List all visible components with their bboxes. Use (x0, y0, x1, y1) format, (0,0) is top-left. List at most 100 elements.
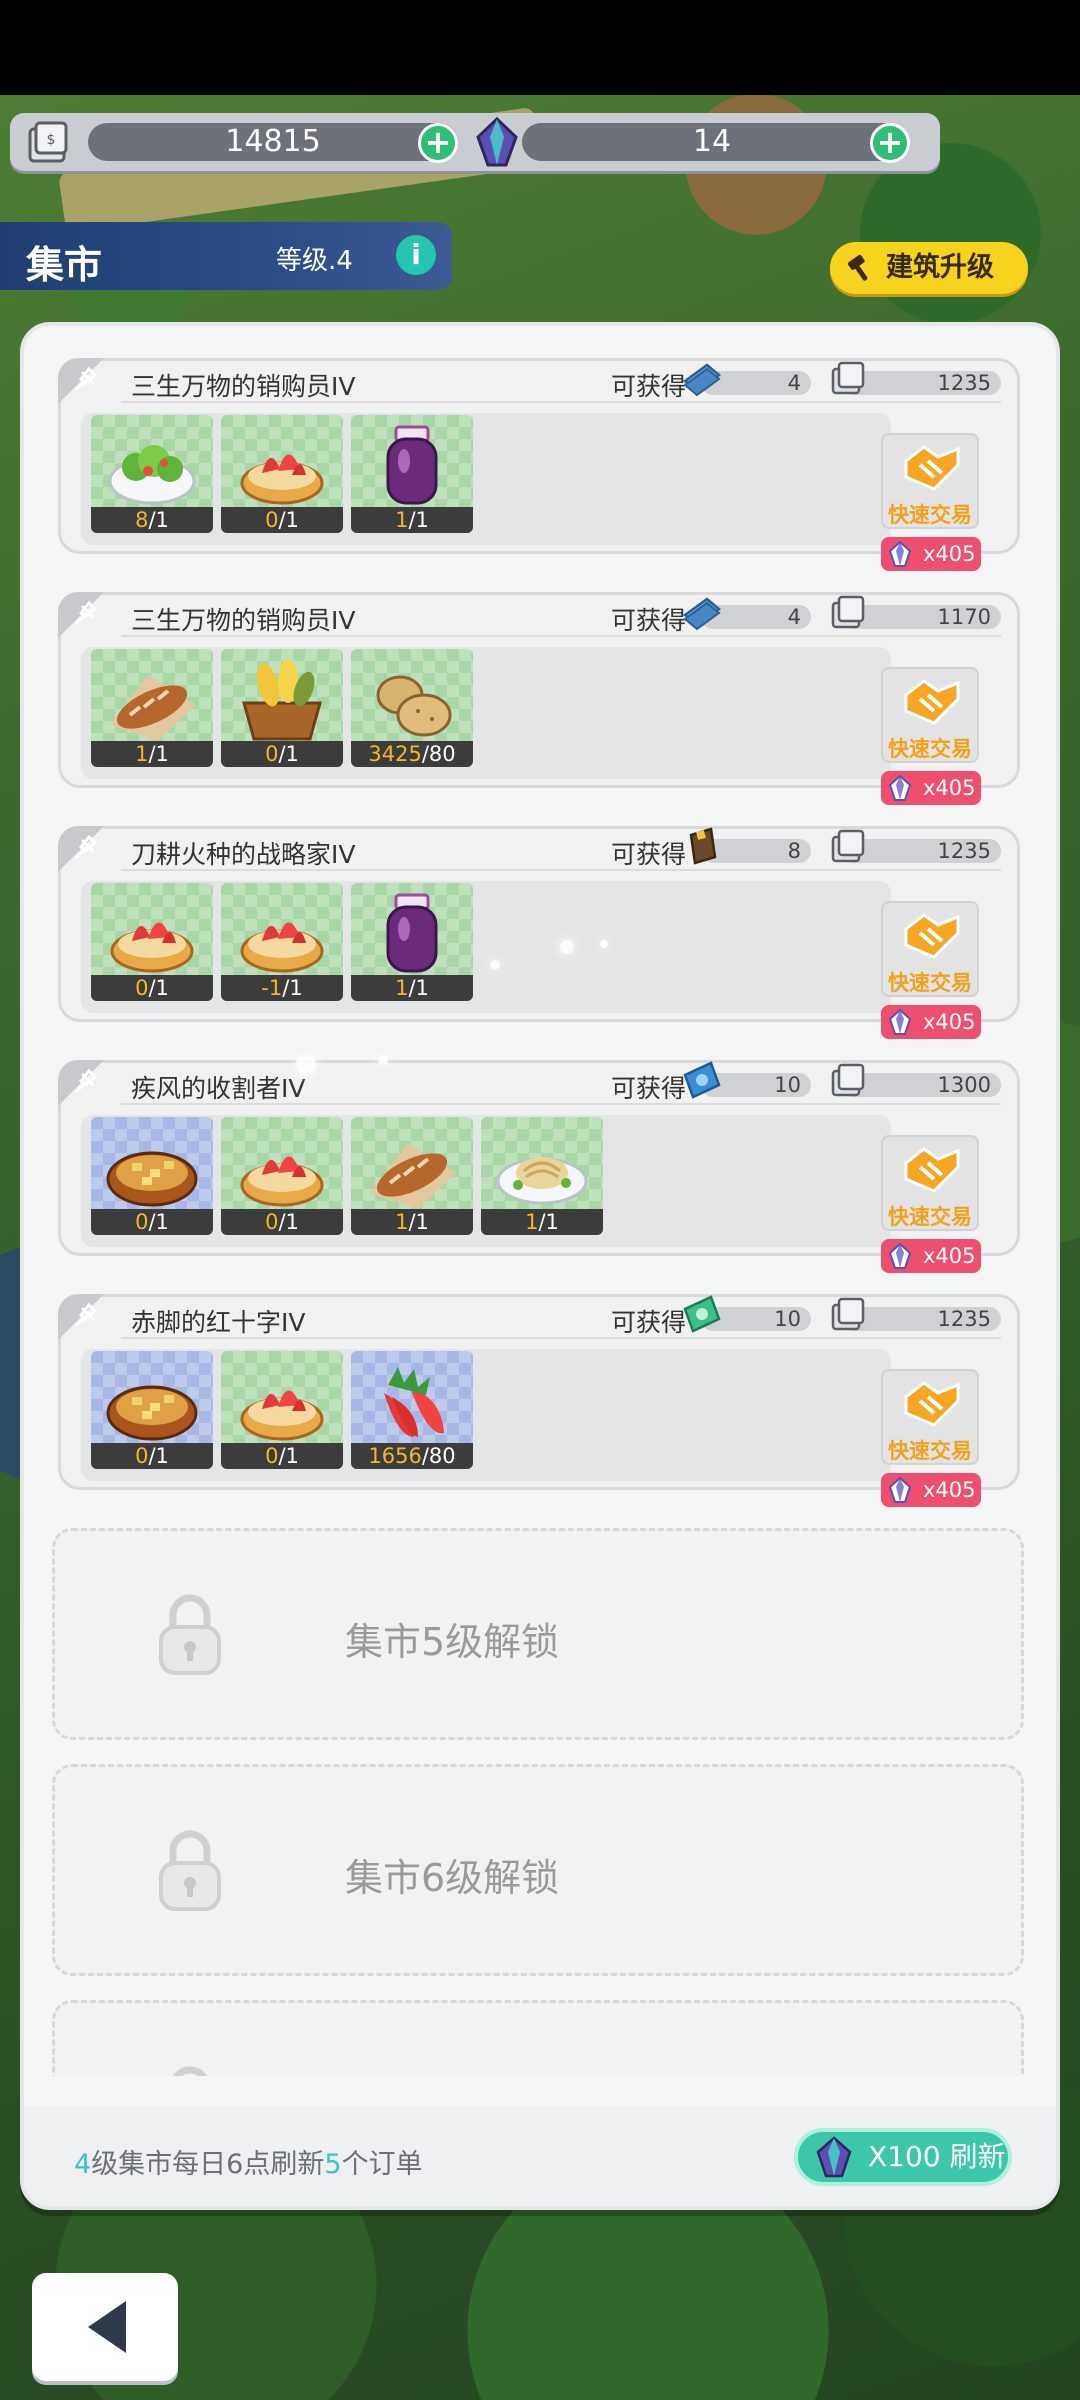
item-need-count: /1 (408, 1210, 429, 1234)
back-button[interactable] (32, 2273, 178, 2381)
page-title-tab: 集市 等级.4 i (0, 222, 452, 290)
cost-amount: x405 (923, 1478, 976, 1502)
order-item[interactable]: 1/1 (351, 883, 473, 1001)
quick-trade-cost[interactable]: x405 (881, 1239, 981, 1273)
quick-trade-label: 快速交易 (888, 503, 972, 527)
order-card[interactable]: 三生万物的销购员IV 可获得 4 1235 8/1 0/1 1/1 快速交易 x… (58, 358, 1020, 571)
handshake-icon (902, 441, 962, 491)
order-list[interactable]: 三生万物的销购员IV 可获得 4 1235 8/1 0/1 1/1 快速交易 x… (38, 356, 1042, 2076)
status-bar (0, 0, 1080, 95)
quick-trade-cost[interactable]: x405 (881, 771, 981, 805)
back-arrow-icon (88, 2301, 126, 2353)
quick-trade-cost[interactable]: x405 (881, 1005, 981, 1039)
pin-icon[interactable] (69, 1065, 103, 1099)
order-item[interactable]: 1656/80 (351, 1351, 473, 1469)
item-need-count: /1 (278, 1444, 299, 1468)
strawberry-tart-icon (232, 421, 332, 509)
item-have-count: 0 (135, 1444, 149, 1468)
page-title: 集市 (26, 243, 103, 287)
cost-amount: x405 (923, 1244, 976, 1268)
order-item[interactable]: 8/1 (91, 415, 213, 533)
item-count: 8/1 (91, 507, 213, 533)
lock-icon (155, 1591, 225, 1677)
order-item[interactable]: 3425/80 (351, 649, 473, 767)
info-icon[interactable]: i (396, 235, 436, 275)
quick-trade-button[interactable]: 快速交易 (881, 667, 979, 763)
order-items: 0/1 0/1 1/1 1/1 (81, 1115, 891, 1247)
jam-jar-icon (362, 889, 462, 977)
item-count: 3425/80 (351, 741, 473, 767)
item-need-count: /1 (148, 1444, 169, 1468)
pin-icon[interactable] (69, 831, 103, 865)
item-need-count: /1 (282, 976, 303, 1000)
order-name: 赤脚的红十字IV (131, 1308, 306, 1337)
quick-trade-label: 快速交易 (888, 1205, 972, 1229)
divider (121, 401, 1001, 403)
pin-icon[interactable] (69, 363, 103, 397)
item-count: 0/1 (221, 507, 343, 533)
item-count: 1/1 (351, 1209, 473, 1235)
quick-trade-cost[interactable]: x405 (881, 1473, 981, 1507)
quick-trade-label: 快速交易 (888, 1439, 972, 1463)
item-need-count: /1 (148, 508, 169, 532)
item-count: -1/1 (221, 975, 343, 1001)
order-item[interactable]: 0/1 (91, 883, 213, 1001)
order-item[interactable]: 0/1 (91, 1117, 213, 1235)
locked-order-slot (52, 2000, 1024, 2076)
order-item[interactable]: 1/1 (351, 415, 473, 533)
item-have-count: -1 (261, 976, 283, 1000)
order-card[interactable]: 三生万物的销购员IV 可获得 4 1170 1/1 0/1 3425/80 快速… (58, 592, 1020, 805)
upgrade-building-button[interactable]: 建筑升级 (830, 242, 1028, 294)
add-gems-button[interactable]: + (870, 123, 910, 163)
order-item[interactable]: 0/1 (91, 1351, 213, 1469)
item-have-count: 0 (135, 976, 149, 1000)
sparkle-effect (378, 1055, 388, 1065)
cost-amount: x405 (923, 542, 976, 566)
quick-trade-button[interactable]: 快速交易 (881, 901, 979, 997)
locked-label: 集市5级解锁 (345, 1620, 560, 1664)
order-card[interactable]: 疾风的收割者IV 可获得 10 1300 0/1 0/1 1/1 1/1 快速交… (58, 1060, 1020, 1273)
crystal-icon (887, 1008, 913, 1035)
pin-icon[interactable] (69, 1299, 103, 1333)
quick-trade-button[interactable]: 快速交易 (881, 1369, 979, 1465)
order-item[interactable]: 0/1 (221, 415, 343, 533)
order-item[interactable]: 1/1 (481, 1117, 603, 1235)
bread-icon (362, 1123, 462, 1211)
gem-amount: 14 (522, 123, 902, 161)
order-item[interactable]: -1/1 (221, 883, 343, 1001)
item-have-count: 1 (395, 1210, 409, 1234)
order-item[interactable]: 0/1 (221, 1117, 343, 1235)
order-item[interactable]: 0/1 (221, 649, 343, 767)
item-count: 0/1 (221, 1209, 343, 1235)
item-have-count: 0 (265, 1444, 279, 1468)
bread-icon (102, 655, 202, 743)
item-have-count: 1 (525, 1210, 539, 1234)
order-item[interactable]: 0/1 (221, 1351, 343, 1469)
refresh-orders-number: 5 (324, 2149, 342, 2180)
order-item[interactable]: 1/1 (351, 1117, 473, 1235)
order-card[interactable]: 刀耕火种的战略家IV 可获得 8 1235 0/1 -1/1 1/1 快速交易 … (58, 826, 1020, 1039)
order-items: 0/1 -1/1 1/1 (81, 881, 891, 1013)
strawberries-icon (362, 1357, 462, 1445)
item-have-count: 1 (395, 508, 409, 532)
coin-stack-icon: $ (28, 121, 68, 163)
quick-trade-button[interactable]: 快速交易 (881, 1135, 979, 1231)
item-have-count: 1 (395, 976, 409, 1000)
pin-icon[interactable] (69, 597, 103, 631)
refresh-button[interactable]: X100 刷新 (794, 2128, 1012, 2186)
crystal-icon (887, 774, 913, 801)
order-item[interactable]: 1/1 (91, 649, 213, 767)
locked-order-slot: 集市5级解锁 (52, 1528, 1024, 1740)
order-items: 8/1 0/1 1/1 (81, 413, 891, 545)
cost-amount: x405 (923, 776, 976, 800)
quick-trade-cost[interactable]: x405 (881, 537, 981, 571)
item-count: 1656/80 (351, 1443, 473, 1469)
add-coins-button[interactable]: + (418, 123, 458, 163)
item-need-count: /1 (278, 508, 299, 532)
panel-footer: 4级集市每日6点刷新5个订单 X100 刷新 (24, 2106, 1056, 2206)
order-card[interactable]: 赤脚的红十字IV 可获得 10 1235 0/1 0/1 1656/80 快速交… (58, 1294, 1020, 1507)
coin-stack-icon (827, 1295, 869, 1333)
quick-trade-button[interactable]: 快速交易 (881, 433, 979, 529)
sparkle-effect (600, 940, 608, 948)
crystal-icon (816, 2136, 852, 2178)
